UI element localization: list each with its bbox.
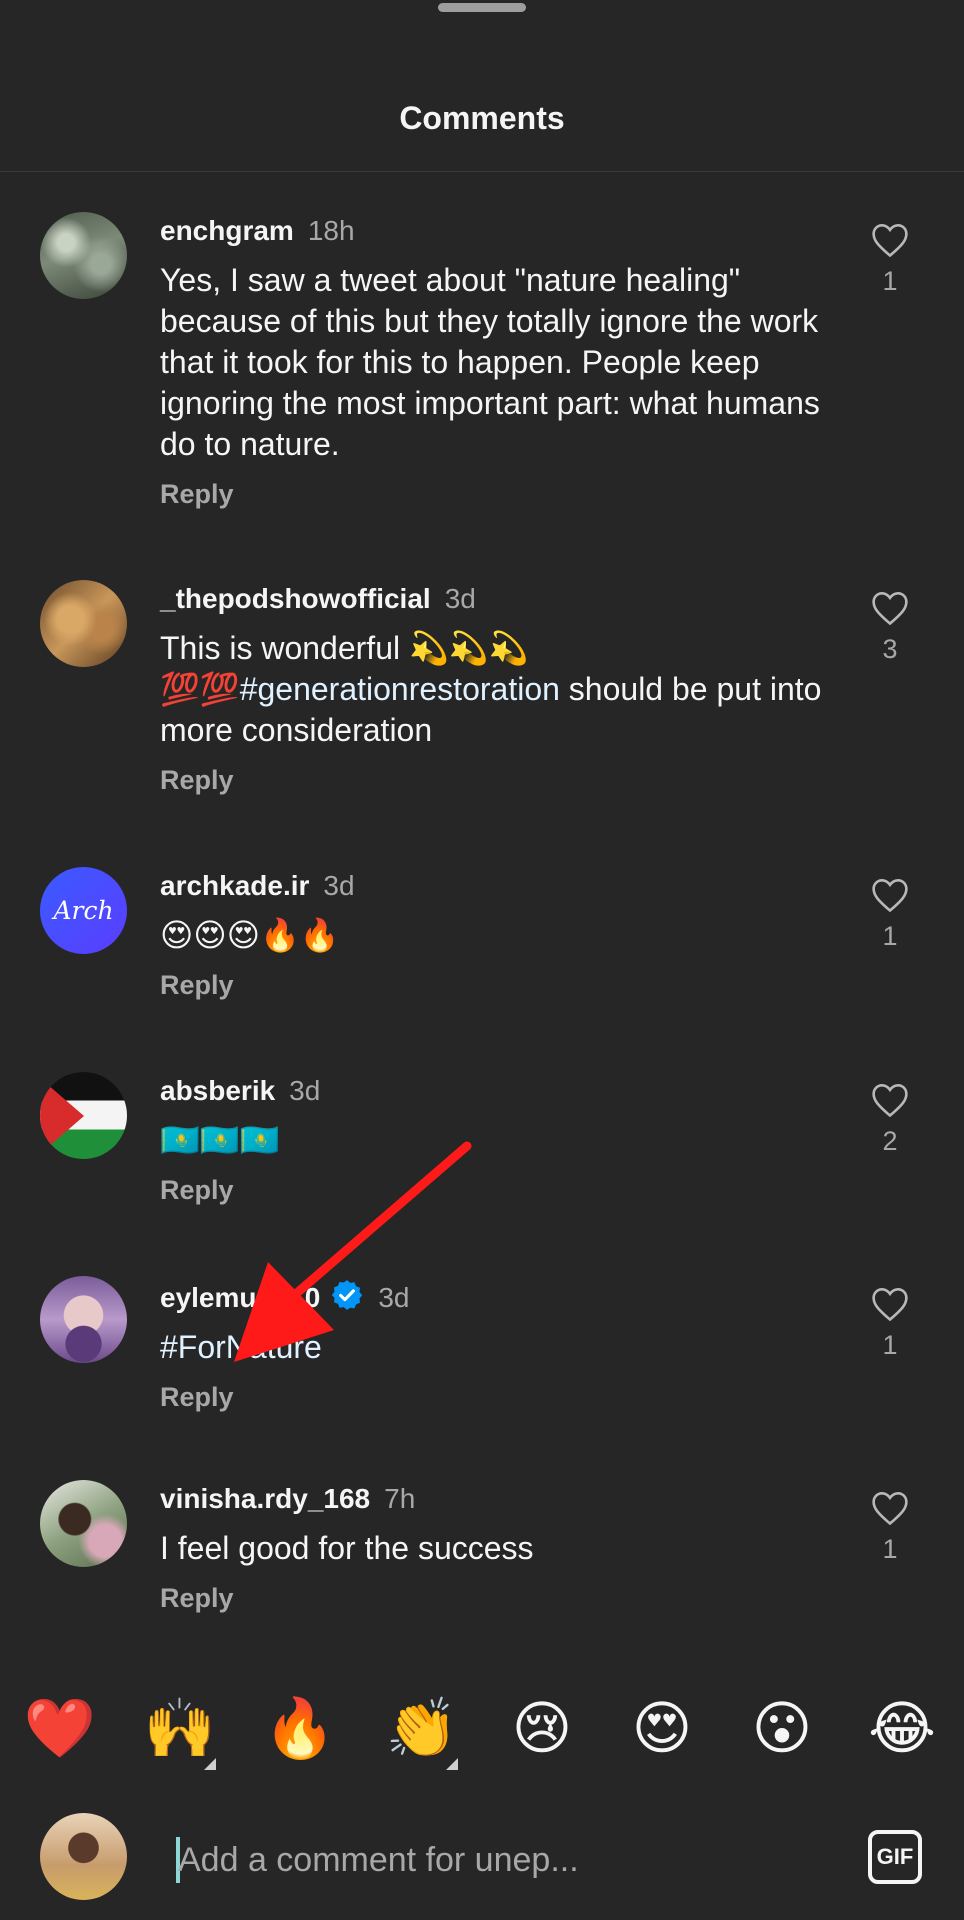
comment-time: 3d xyxy=(323,870,355,901)
like-count: 1 xyxy=(882,921,898,951)
comment-composer: GIF xyxy=(0,1800,964,1920)
comment-username[interactable]: eylemun e 0 xyxy=(160,1282,320,1313)
comment-username[interactable]: vinisha.rdy_168 xyxy=(160,1483,370,1514)
skin-tone-indicator-icon xyxy=(446,1758,458,1770)
comment-username[interactable]: _thepodshowofficial xyxy=(160,583,431,614)
like-button[interactable]: 1 xyxy=(868,1490,912,1565)
heart-icon xyxy=(872,1287,908,1322)
reaction-heart[interactable]: ❤️ xyxy=(18,1694,102,1764)
reaction-heart-eyes[interactable]: 😍 xyxy=(620,1694,704,1764)
heart-icon xyxy=(872,591,908,626)
like-button[interactable]: 3 xyxy=(868,590,912,665)
comment-time: 7h xyxy=(384,1483,416,1514)
like-button[interactable]: 2 xyxy=(868,1082,912,1157)
comment-username[interactable]: absberik xyxy=(160,1075,275,1106)
verified-badge-icon xyxy=(332,1280,363,1310)
heart-icon xyxy=(872,223,908,258)
hashtag-link[interactable]: #generationrestoration xyxy=(240,671,560,707)
reaction-emoji: 🙌 xyxy=(143,1696,217,1761)
comment-input[interactable] xyxy=(178,1836,658,1884)
like-button[interactable]: 1 xyxy=(868,222,912,297)
reply-button[interactable]: Reply xyxy=(160,765,234,796)
flag-triangle-icon xyxy=(40,1078,84,1154)
heart-icon xyxy=(872,1491,908,1526)
like-button[interactable]: 1 xyxy=(868,877,912,952)
avatar-logo-text: Arch xyxy=(53,896,114,925)
heart-icon xyxy=(872,1083,908,1118)
skin-tone-indicator-icon xyxy=(204,1758,216,1770)
comment-text-part: 💯💯 xyxy=(160,671,240,707)
comment-username[interactable]: archkade.ir xyxy=(160,870,309,901)
avatar[interactable] xyxy=(40,580,127,667)
avatar[interactable] xyxy=(40,1072,127,1159)
reaction-raised-hands[interactable]: 🙌 xyxy=(138,1694,222,1770)
comment-text-part: This is wonderful 💫💫💫 xyxy=(160,630,529,666)
like-count: 1 xyxy=(882,1534,898,1564)
like-button[interactable]: 1 xyxy=(868,1286,912,1361)
like-count: 1 xyxy=(882,1330,898,1360)
user-avatar[interactable] xyxy=(40,1813,127,1900)
page-title: Comments xyxy=(399,100,565,136)
reaction-clap[interactable]: 👏 xyxy=(380,1694,464,1770)
comment-text: #ForNature xyxy=(160,1327,840,1368)
avatar[interactable] xyxy=(40,212,127,299)
comment-text: 🇰🇿🇰🇿🇰🇿 xyxy=(160,1122,280,1158)
comment-time: 18h xyxy=(307,215,355,246)
reaction-laughing[interactable]: 😂 xyxy=(860,1694,944,1764)
like-count: 2 xyxy=(882,1126,898,1156)
reply-button[interactable]: Reply xyxy=(160,1175,234,1206)
reaction-crying[interactable]: 😢 xyxy=(500,1694,584,1764)
comments-header: Comments xyxy=(0,0,964,172)
reply-button[interactable]: Reply xyxy=(160,970,234,1001)
comment-time: 3d xyxy=(289,1075,321,1106)
like-count: 1 xyxy=(882,266,898,296)
like-count: 3 xyxy=(882,634,898,664)
avatar[interactable] xyxy=(40,1276,127,1363)
comment-text: This is wonderful 💫💫💫 💯💯#generationrestor… xyxy=(160,628,840,751)
reaction-surprised[interactable]: 😮 xyxy=(740,1694,824,1764)
reply-button[interactable]: Reply xyxy=(160,479,234,510)
reaction-fire[interactable]: 🔥 xyxy=(258,1694,342,1764)
hashtag-link[interactable]: #ForNature xyxy=(160,1329,322,1365)
comment-text: 😍😍😍🔥🔥 xyxy=(160,917,340,953)
gif-button[interactable]: GIF xyxy=(868,1830,922,1884)
heart-icon xyxy=(872,878,908,913)
comment-time: 3d xyxy=(444,583,476,614)
avatar[interactable] xyxy=(40,1480,127,1567)
comment-text: I feel good for the success xyxy=(160,1530,534,1566)
comment-time: 3d xyxy=(378,1282,410,1313)
comment-text: Yes, I saw a tweet about "nature healing… xyxy=(160,262,820,462)
comment-username[interactable]: enchgram xyxy=(160,215,294,246)
avatar[interactable]: Arch xyxy=(40,867,127,954)
reaction-bar: ❤️ 🙌 🔥 👏 😢 😍 😮 😂 xyxy=(0,1690,964,1780)
reply-button[interactable]: Reply xyxy=(160,1382,234,1413)
reaction-emoji: 👏 xyxy=(385,1696,459,1761)
reply-button[interactable]: Reply xyxy=(160,1583,234,1614)
